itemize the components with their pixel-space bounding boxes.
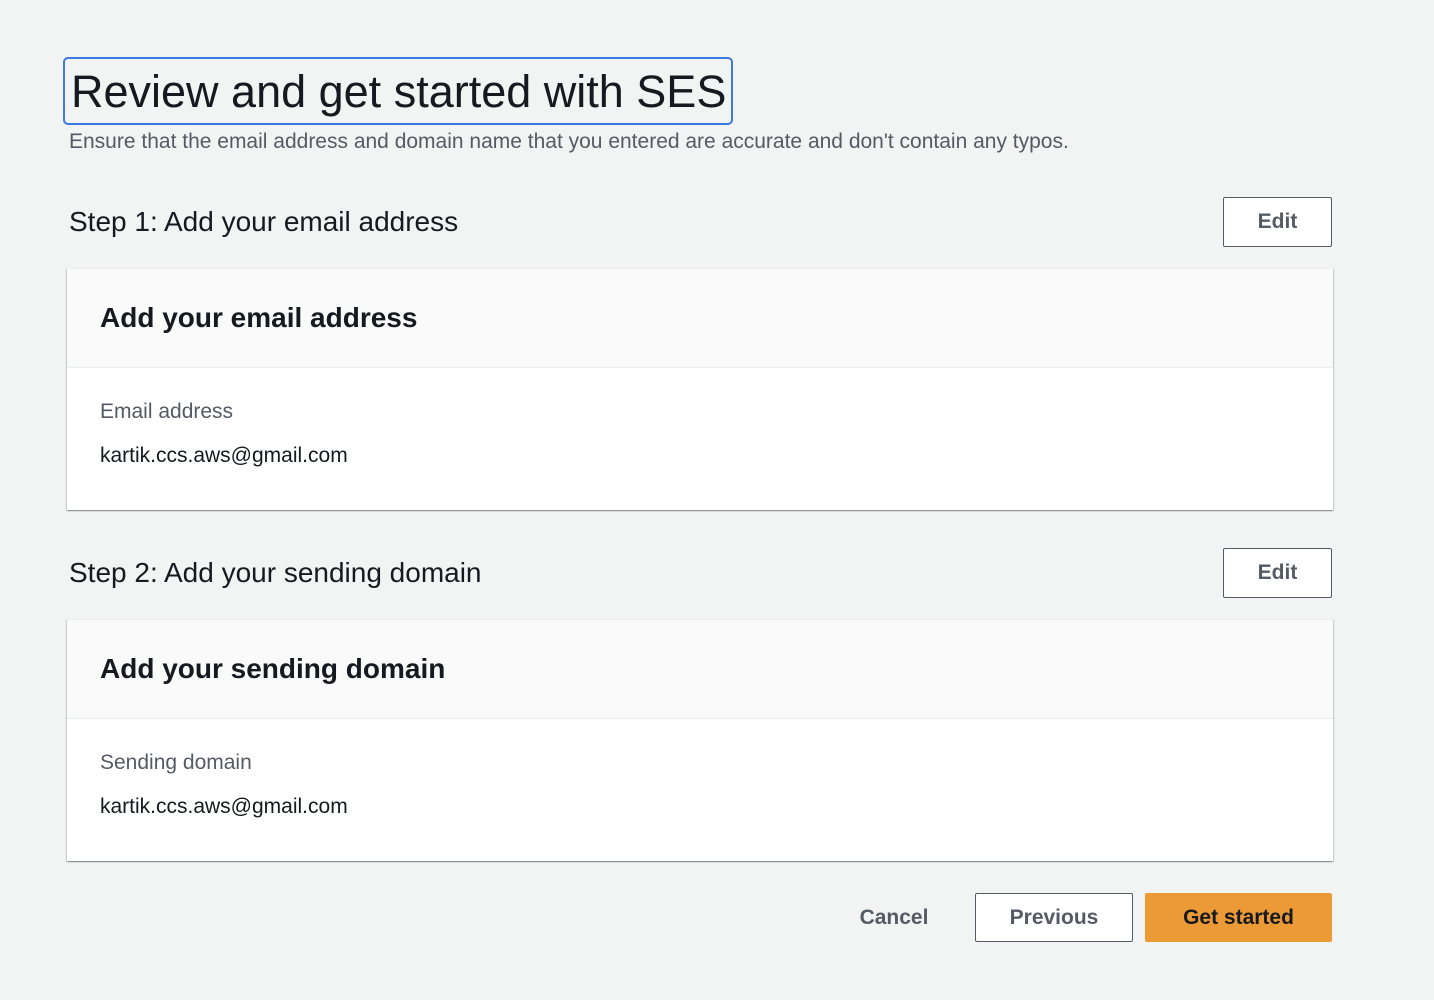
review-page: Review and get started with SES Ensure t… — [0, 0, 1434, 1000]
cancel-button[interactable]: Cancel — [838, 893, 950, 942]
get-started-button[interactable]: Get started — [1145, 893, 1332, 942]
container-body: Email address kartik.ccs.aws@gmail.com — [67, 368, 1333, 510]
email-address-label: Email address — [100, 400, 234, 423]
email-address-container: Add your email address Email address kar… — [67, 268, 1333, 510]
container-title: Add your sending domain — [100, 653, 446, 684]
container-body: Sending domain kartik.ccs.aws@gmail.com — [67, 719, 1333, 861]
step-1-title: Step 1: Add your email address — [69, 206, 459, 237]
step-2-header: Step 2: Add your sending domain Edit — [69, 548, 1332, 598]
container-header: Add your email address — [67, 269, 1333, 368]
page-title-focus-box: Review and get started with SES — [63, 57, 734, 125]
previous-button[interactable]: Previous — [975, 893, 1133, 942]
container-header: Add your sending domain — [67, 620, 1333, 719]
step-1-edit-button[interactable]: Edit — [1223, 197, 1332, 247]
step-2-title: Step 2: Add your sending domain — [69, 557, 482, 588]
container-title: Add your email address — [100, 302, 418, 333]
wizard-footer-actions: Cancel Previous Get started — [0, 893, 1332, 942]
step-1-header: Step 1: Add your email address Edit — [69, 197, 1332, 247]
sending-domain-label: Sending domain — [100, 751, 252, 774]
page-title: Review and get started with SES — [71, 66, 727, 117]
step-2-edit-button[interactable]: Edit — [1223, 548, 1332, 598]
email-address-value: kartik.ccs.aws@gmail.com — [100, 444, 348, 467]
sending-domain-container: Add your sending domain Sending domain k… — [67, 619, 1333, 861]
page-description: Ensure that the email address and domain… — [69, 130, 1069, 153]
sending-domain-value: kartik.ccs.aws@gmail.com — [100, 795, 348, 818]
